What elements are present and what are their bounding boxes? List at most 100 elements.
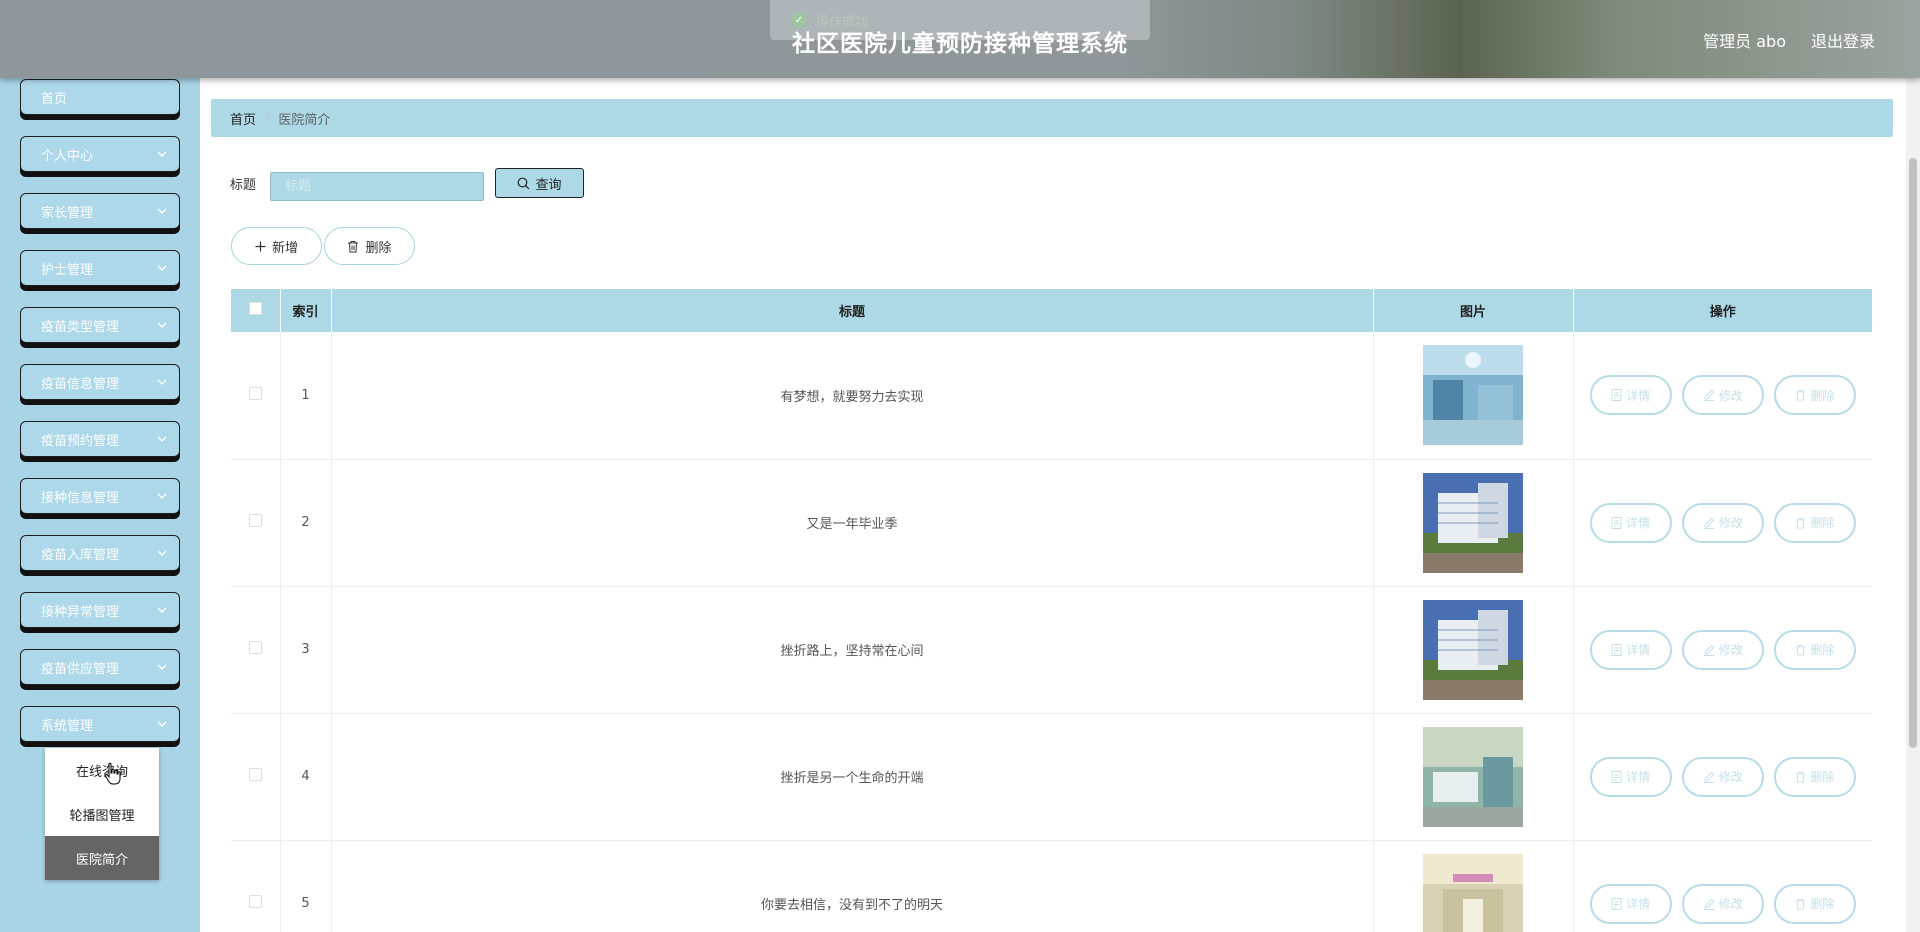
- edit-button[interactable]: 修改: [1681, 883, 1764, 924]
- search-input[interactable]: [270, 172, 484, 201]
- vertical-scrollbar[interactable]: [1906, 78, 1920, 932]
- edit-label: 修改: [1718, 643, 1743, 657]
- detail-label: 详情: [1626, 770, 1651, 784]
- detail-button[interactable]: 详情: [1589, 629, 1672, 670]
- submenu-item-hospital-intro[interactable]: 医院简介: [45, 836, 159, 880]
- delete-button[interactable]: 删除: [1773, 502, 1856, 543]
- search-label: 标题: [230, 178, 257, 193]
- search-button-label: 查询: [535, 177, 562, 193]
- scrollbar-thumb[interactable]: [1909, 158, 1917, 748]
- submenu-item-carousel[interactable]: 轮播图管理: [45, 792, 159, 836]
- edit-label: 修改: [1718, 897, 1743, 911]
- sidebar-item-label: 疫苗预约管理: [41, 433, 120, 449]
- delete-button[interactable]: 删除: [1773, 756, 1856, 797]
- table-header-row: 索引 标题 图片 操作: [231, 289, 1872, 332]
- sidebar-item-home[interactable]: 首页: [20, 79, 180, 115]
- row-title: 你要去相信，没有到不了的明天: [331, 840, 1374, 932]
- sidebar-item-system[interactable]: 系统管理: [20, 706, 180, 742]
- detail-label: 详情: [1626, 388, 1651, 403]
- chevron-down-icon: [157, 607, 167, 613]
- sidebar-item-profile[interactable]: 个人中心: [20, 136, 180, 172]
- edit-label: 修改: [1718, 388, 1743, 403]
- search-icon: [518, 177, 530, 189]
- row-checkbox[interactable]: [248, 514, 262, 527]
- row-checkbox[interactable]: [248, 768, 262, 781]
- document-icon: [1611, 770, 1622, 783]
- row-image: [1423, 726, 1523, 827]
- sidebar-item-vaccine-info[interactable]: 疫苗信息管理: [20, 364, 180, 400]
- row-image: [1423, 472, 1523, 573]
- header-image: 图片: [1373, 289, 1574, 332]
- sidebar-item-label: 疫苗供应管理: [41, 661, 120, 677]
- row-title: 挫折是另一个生命的开端: [331, 713, 1374, 841]
- edit-button[interactable]: 修改: [1681, 629, 1764, 670]
- breadcrumb-separator: /: [265, 110, 270, 126]
- pencil-icon: [1703, 771, 1714, 783]
- row-index: 4: [280, 713, 332, 841]
- trash-icon: [1796, 644, 1806, 655]
- system-submenu: 在线咨询 轮播图管理 医院简介: [45, 748, 159, 880]
- chevron-down-icon: [157, 265, 167, 271]
- sidebar-item-appointments[interactable]: 疫苗预约管理: [20, 421, 180, 457]
- sidebar-item-label: 疫苗类型管理: [41, 319, 120, 335]
- detail-button[interactable]: 详情: [1589, 883, 1672, 924]
- delete-button-label: 删除: [365, 240, 392, 256]
- document-icon: [1611, 643, 1622, 656]
- trash-icon: [1796, 771, 1806, 782]
- breadcrumb-home[interactable]: 首页: [230, 109, 256, 128]
- submenu-item-consult[interactable]: 在线咨询: [45, 748, 159, 792]
- row-image: [1423, 853, 1523, 932]
- row-index: 2: [280, 459, 332, 587]
- delete-button[interactable]: 删除: [1773, 883, 1856, 924]
- detail-button[interactable]: 详情: [1589, 375, 1672, 416]
- chevron-down-icon: [157, 721, 167, 727]
- breadcrumb-current: 医院简介: [278, 112, 331, 128]
- sidebar-item-stock-in[interactable]: 疫苗入库管理: [20, 535, 180, 571]
- row-checkbox[interactable]: [248, 895, 262, 908]
- sidebar-item-nurses[interactable]: 护士管理: [20, 250, 180, 286]
- search-button[interactable]: 查询: [495, 168, 584, 198]
- row-checkbox[interactable]: [248, 386, 262, 400]
- sidebar-item-label: 疫苗信息管理: [41, 376, 120, 392]
- sidebar-item-anomalies[interactable]: 接种异常管理: [20, 592, 180, 628]
- trash-icon: [348, 240, 359, 252]
- document-icon: [1611, 516, 1622, 529]
- sidebar-item-vaccinations[interactable]: 接种信息管理: [20, 478, 180, 514]
- table-row: 2 又是一年毕业季 详情 修改 删除: [231, 459, 1872, 587]
- detail-button[interactable]: 详情: [1589, 756, 1672, 797]
- top-header: ✓ 操作成功 社区医院儿童预防接种管理系统 管理员 abo 退出登录: [0, 0, 1920, 78]
- detail-label: 详情: [1626, 643, 1651, 657]
- edit-button[interactable]: 修改: [1681, 502, 1764, 543]
- edit-button[interactable]: 修改: [1681, 375, 1764, 416]
- sidebar-item-label: 家长管理: [41, 205, 94, 221]
- sidebar-item-supply[interactable]: 疫苗供应管理: [20, 649, 180, 685]
- chevron-down-icon: [157, 379, 167, 385]
- select-all-checkbox[interactable]: [248, 302, 262, 315]
- app-title: 社区医院儿童预防接种管理系统: [792, 31, 1128, 57]
- add-button[interactable]: 新增: [231, 227, 322, 265]
- detail-label: 详情: [1626, 897, 1651, 911]
- header-select-all[interactable]: [231, 289, 281, 332]
- sidebar-item-label: 疫苗入库管理: [41, 547, 120, 563]
- edit-button[interactable]: 修改: [1681, 756, 1764, 797]
- chevron-down-icon: [157, 436, 167, 442]
- chevron-down-icon: [157, 208, 167, 214]
- delete-button[interactable]: 删除: [1773, 375, 1856, 416]
- detail-button[interactable]: 详情: [1589, 502, 1672, 543]
- edit-label: 修改: [1718, 516, 1743, 530]
- pencil-icon: [1703, 898, 1714, 910]
- batch-delete-button[interactable]: 删除: [324, 227, 415, 265]
- row-checkbox[interactable]: [248, 641, 262, 654]
- row-index: 3: [280, 586, 332, 714]
- data-table: 索引 标题 图片 操作 1 有梦想，就要努力去实现 详情 修改 删除 2 又是一…: [231, 289, 1872, 932]
- sidebar-item-parents[interactable]: 家长管理: [20, 193, 180, 229]
- logout-button[interactable]: 退出登录: [1811, 28, 1875, 52]
- user-name: 管理员 abo: [1703, 32, 1786, 51]
- trash-icon: [1796, 390, 1806, 401]
- document-icon: [1611, 389, 1622, 402]
- delete-button[interactable]: 删除: [1773, 629, 1856, 670]
- sidebar-item-vaccine-types[interactable]: 疫苗类型管理: [20, 307, 180, 343]
- delete-label: 删除: [1810, 897, 1835, 911]
- sidebar-item-label: 个人中心: [41, 148, 94, 164]
- document-icon: [1611, 897, 1622, 910]
